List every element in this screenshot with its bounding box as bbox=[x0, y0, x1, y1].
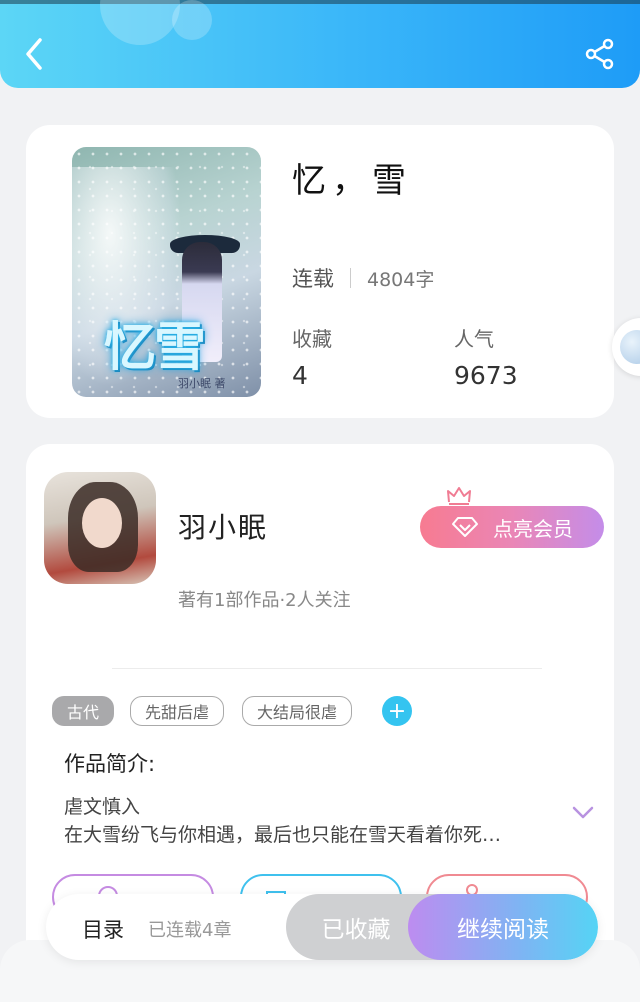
author-name[interactable]: 羽小眠 bbox=[178, 506, 268, 546]
avatar-face-art bbox=[82, 498, 122, 548]
popularity-value: 9673 bbox=[454, 361, 518, 390]
serial-status: 连载 bbox=[292, 267, 334, 291]
tag-sad-ending[interactable]: 大结局很虐 bbox=[242, 696, 352, 726]
author-meta: 著有1部作品·2人关注 bbox=[178, 590, 351, 611]
share-button[interactable] bbox=[584, 38, 616, 70]
chapter-status: 已连载4章 bbox=[148, 920, 232, 941]
book-info-card: 忆雪 羽小眠 著 忆，雪 连载 4804字 收藏 4 人气 9673 bbox=[26, 125, 614, 418]
book-status-row: 连载 4804字 bbox=[292, 263, 434, 293]
popularity-label: 人气 bbox=[454, 327, 494, 351]
decor-bubble bbox=[100, 0, 180, 45]
tag-ancient[interactable]: 古代 bbox=[52, 696, 114, 726]
cover-title-art: 忆雪 bbox=[104, 317, 206, 378]
avatar[interactable] bbox=[44, 472, 156, 584]
crown-icon bbox=[447, 487, 471, 505]
tag-sweet-then-sad[interactable]: 先甜后虐 bbox=[130, 696, 224, 726]
bottom-action-bar: 目录 已连载4章 已收藏 继续阅读 bbox=[46, 894, 598, 960]
favorites-value: 4 bbox=[292, 361, 308, 390]
diamond-icon bbox=[452, 517, 478, 537]
status-bar-strip bbox=[0, 0, 640, 4]
divider bbox=[112, 668, 542, 669]
decor-bubble bbox=[172, 0, 212, 40]
book-title: 忆，雪 bbox=[292, 161, 412, 201]
continue-reading-label: 继续阅读 bbox=[457, 917, 549, 943]
vip-button-label: 点亮会员 bbox=[493, 516, 573, 541]
top-header bbox=[0, 0, 640, 88]
vip-button[interactable]: 点亮会员 bbox=[420, 506, 604, 548]
intro-label: 作品简介: bbox=[64, 752, 156, 776]
floating-assistant-button[interactable] bbox=[612, 318, 640, 376]
toc-button[interactable]: 目录 bbox=[82, 914, 124, 944]
book-cover[interactable]: 忆雪 羽小眠 著 bbox=[72, 147, 261, 397]
back-button[interactable] bbox=[20, 34, 50, 74]
assistant-orb-icon bbox=[620, 330, 640, 364]
favorited-button-label: 已收藏 bbox=[321, 917, 391, 943]
author-card: 羽小眠 著有1部作品·2人关注 点亮会员 古代 先甜后虐 大结局很虐 + 作品简… bbox=[26, 444, 614, 964]
chevron-down-icon[interactable] bbox=[572, 806, 594, 820]
chevron-left-icon bbox=[26, 38, 42, 70]
plus-icon: + bbox=[387, 698, 407, 724]
intro-line-2: 在大雪纷飞与你相遇，最后也只能在雪天看着你死… bbox=[64, 824, 502, 846]
continue-reading-button[interactable]: 继续阅读 bbox=[408, 894, 598, 960]
word-count: 4804字 bbox=[367, 268, 435, 291]
cover-author-art: 羽小眠 著 bbox=[178, 377, 226, 390]
intro-line-1: 虐文慎入 bbox=[64, 796, 141, 818]
add-tag-button[interactable]: + bbox=[382, 696, 412, 726]
status-divider bbox=[350, 268, 351, 288]
favorites-label: 收藏 bbox=[292, 327, 332, 351]
share-icon bbox=[585, 38, 614, 70]
